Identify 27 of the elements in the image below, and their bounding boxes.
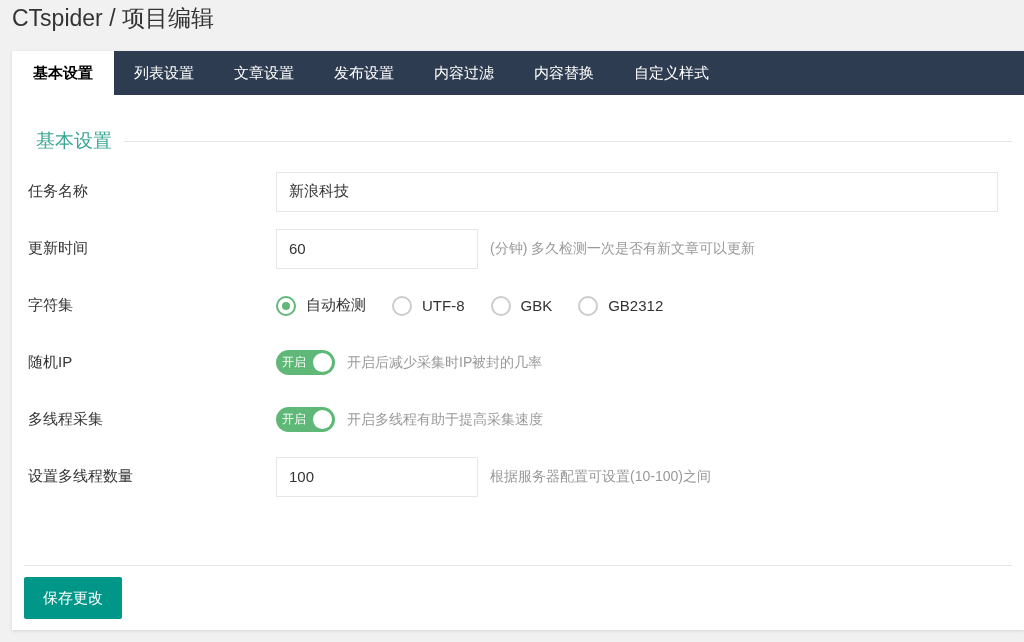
page-title: CTspider / 项目编辑 (12, 4, 214, 33)
field-label: 字符集 (27, 296, 74, 315)
field-label: 随机IP (27, 353, 74, 372)
tab[interactable]: 内容过滤 (414, 51, 514, 95)
radio-option[interactable]: UTF-8 (392, 295, 465, 316)
radio-option[interactable]: 自动检测 (276, 295, 366, 316)
tab[interactable]: 自定义样式 (614, 51, 729, 95)
tab[interactable]: 基本设置 (12, 51, 114, 95)
hint-text: 根据服务器配置可设置(10-100)之间 (490, 467, 711, 486)
tab[interactable]: 列表设置 (114, 51, 214, 95)
field-label: 更新时间 (27, 239, 89, 258)
hint-text: (分钟) 多久检测一次是否有新文章可以更新 (490, 239, 756, 258)
tab[interactable]: 发布设置 (314, 51, 414, 95)
tab[interactable]: 文章设置 (214, 51, 314, 95)
input-field[interactable]: 100 (276, 456, 478, 497)
field-label: 任务名称 (27, 182, 89, 201)
field-label: 多线程采集 (27, 410, 104, 429)
radio-option[interactable]: GBK (490, 295, 553, 316)
hint-text: 开启多线程有助于提高采集速度 (347, 410, 543, 429)
field-label: 设置多线程数量 (27, 467, 134, 486)
radio-option[interactable]: GB2312 (578, 295, 664, 316)
save-button[interactable]: 保存更改 (24, 577, 122, 619)
tab[interactable]: 内容替换 (514, 51, 614, 95)
hint-text: 开启后减少采集时IP被封的几率 (347, 353, 543, 372)
input-field[interactable]: 新浪科技 (276, 171, 998, 212)
input-field[interactable]: 60 (276, 228, 478, 269)
section-title: 基本设置 (35, 129, 113, 153)
